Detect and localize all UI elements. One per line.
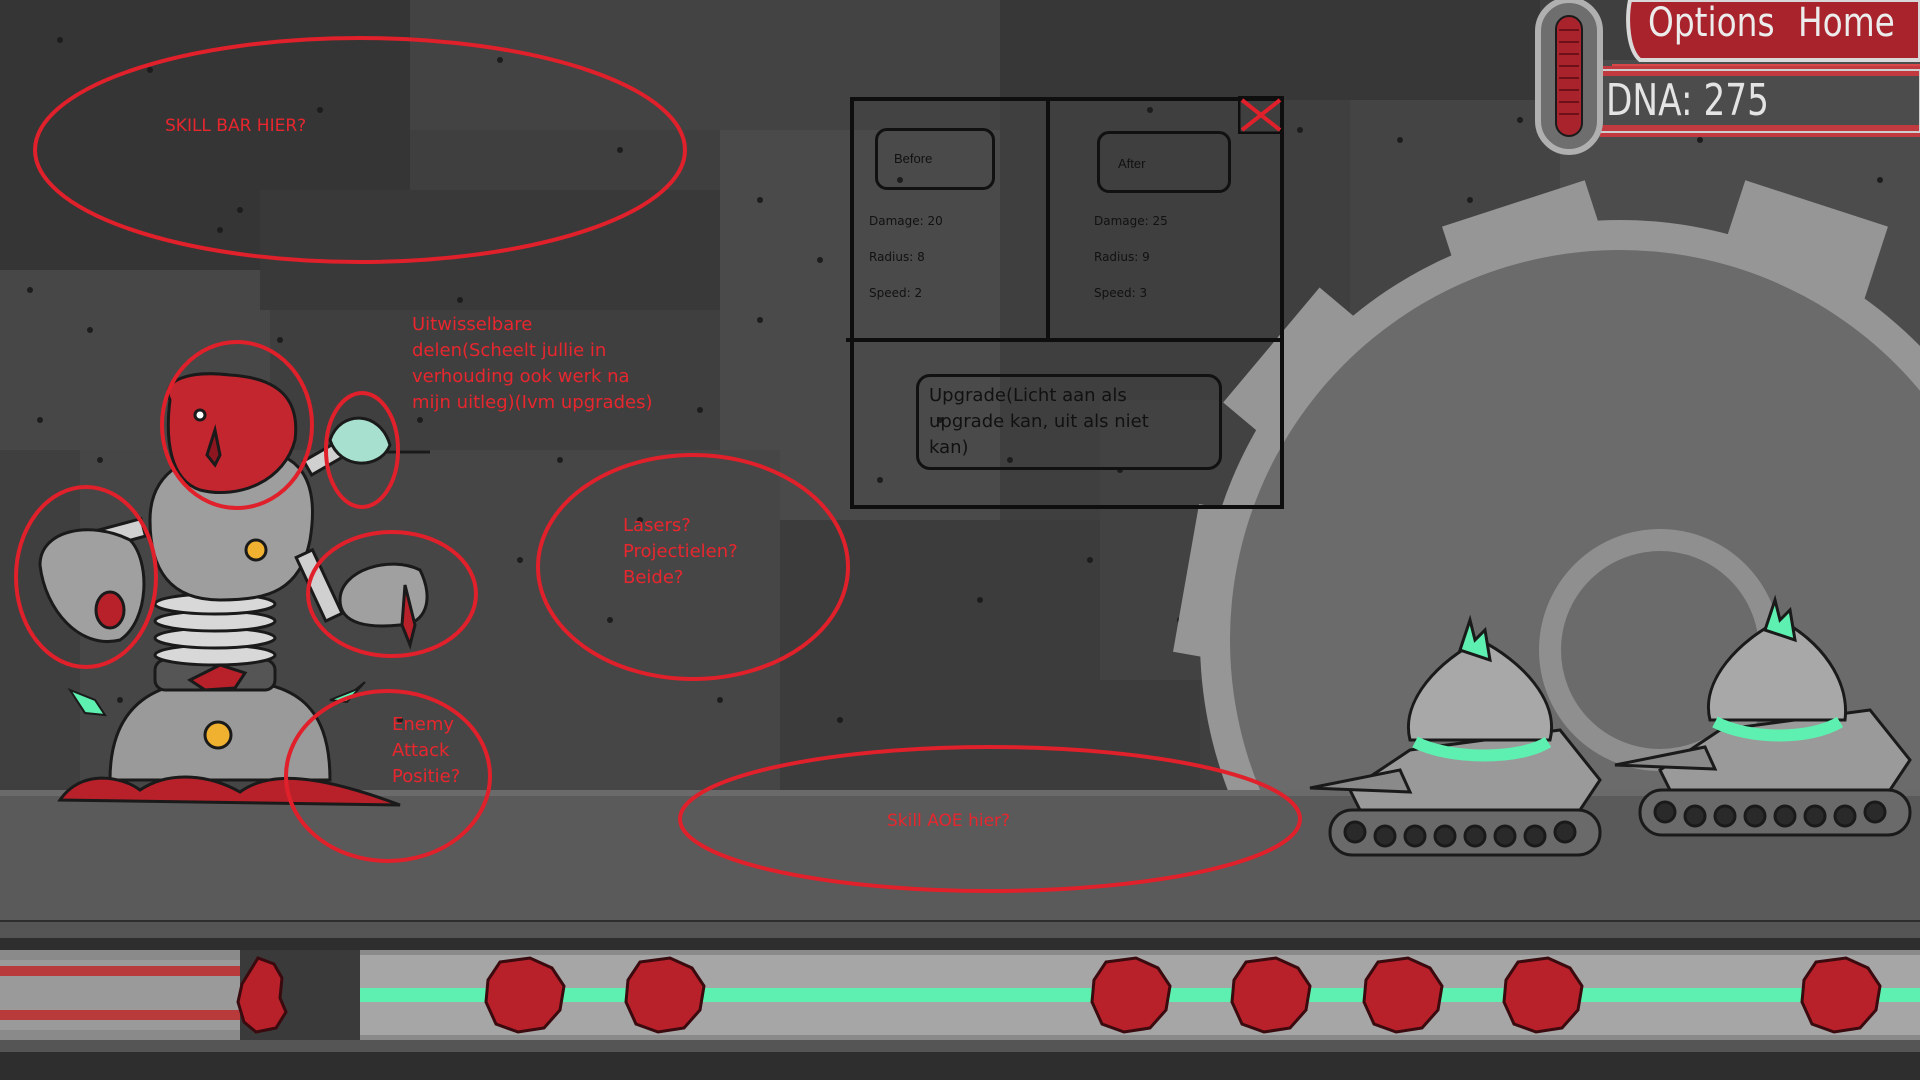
home-button[interactable]: Home xyxy=(1798,0,1896,50)
before-radius: Radius: 8 xyxy=(869,250,925,264)
before-tab[interactable]: Before xyxy=(875,128,995,190)
after-tab-label: After xyxy=(1118,156,1146,171)
before-tab-label: Before xyxy=(894,151,933,166)
after-speed: Speed: 3 xyxy=(1094,286,1148,300)
panel-divider-horizontal xyxy=(846,338,1284,342)
before-damage: Damage: 20 xyxy=(869,214,943,228)
after-damage: Damage: 25 xyxy=(1094,214,1168,228)
before-speed: Speed: 2 xyxy=(869,286,923,300)
close-button[interactable] xyxy=(1237,95,1285,135)
after-radius: Radius: 9 xyxy=(1094,250,1150,264)
upgrade-button[interactable]: Upgrade(Licht aan als upgrade kan, uit a… xyxy=(916,374,1222,470)
close-icon xyxy=(1237,95,1285,135)
after-tab[interactable]: After xyxy=(1097,131,1231,193)
options-button[interactable]: Options xyxy=(1648,0,1775,50)
dna-counter: DNA: 275 xyxy=(1606,75,1769,126)
upgrade-button-label: Upgrade(Licht aan als upgrade kan, uit a… xyxy=(929,385,1149,458)
game-stage: SKILL BAR HIER? Uitwisselbare delen(Sche… xyxy=(0,0,1920,1080)
panel-divider-vertical xyxy=(1046,101,1050,341)
